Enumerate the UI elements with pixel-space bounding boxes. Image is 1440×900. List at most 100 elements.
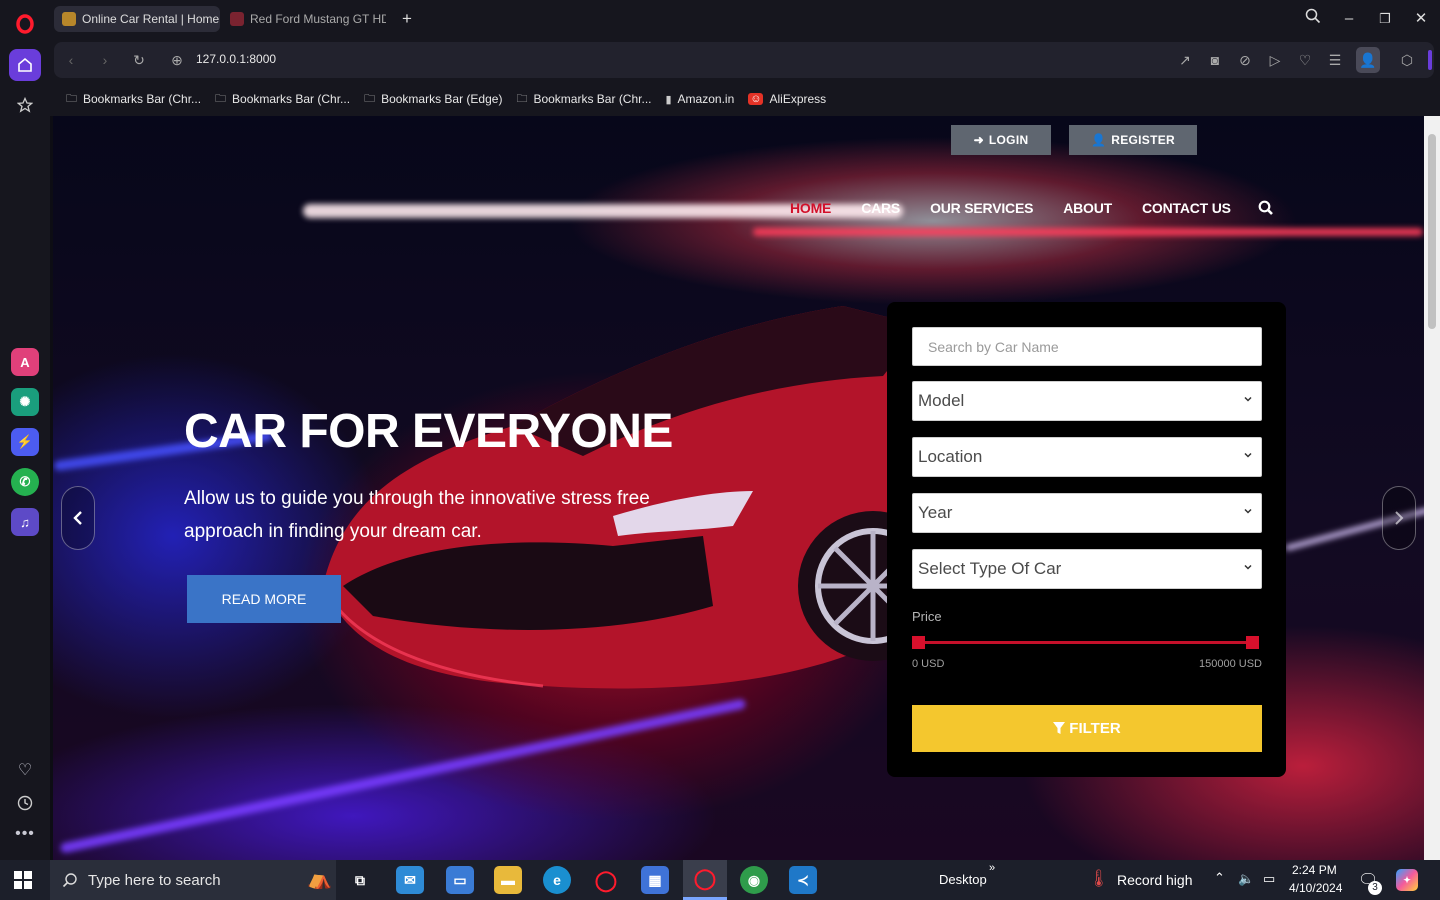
microsoft-store-icon[interactable]: ▦	[641, 866, 669, 894]
extensions-icon[interactable]: ⬡	[1398, 51, 1416, 69]
bookmark-folder-1[interactable]: 🗀 Bookmarks Bar (Chr...	[66, 90, 201, 109]
main-nav: HOME CARS OUR SERVICES ABOUT CONTACT US	[790, 200, 1231, 216]
opera-gx-icon[interactable]: ◯	[592, 866, 620, 894]
url-bar[interactable]: ‹ › ↻ ⊕ 127.0.0.1:8000 ↗ ◙ ⊘ ▷ ♡ ☰ 👤 ⬡	[54, 42, 1434, 78]
model-select[interactable]: Model	[912, 381, 1262, 421]
tab-strip: Online Car Rental | Home Red Ford Mustan…	[50, 0, 1440, 38]
location-select-value: Location	[918, 447, 983, 466]
opera-logo-icon[interactable]	[9, 8, 41, 40]
snapshot-icon[interactable]: ◙	[1206, 51, 1224, 69]
price-slider-track[interactable]	[918, 641, 1252, 644]
home-icon[interactable]	[9, 49, 41, 81]
notification-count-badge: 3	[1368, 881, 1382, 895]
bookmark-aliexpress[interactable]: ☺ AliExpress	[748, 92, 826, 106]
more-icon[interactable]: •••	[9, 818, 41, 850]
toolbar-expand-icon[interactable]: »	[989, 862, 995, 874]
chrome-icon[interactable]: ◉	[740, 866, 768, 894]
weather-text[interactable]: Record high	[1117, 872, 1193, 888]
light-streak	[59, 698, 747, 854]
filter-button[interactable]: FILTER	[912, 705, 1262, 752]
vscode-icon[interactable]: ≺	[789, 866, 817, 894]
messenger-icon[interactable]: ⚡	[11, 428, 39, 456]
search-icon[interactable]	[1258, 200, 1276, 218]
bookmark-label: Amazon.in	[677, 92, 735, 106]
taskbar-search-box[interactable]: Type here to search ⛺	[50, 860, 336, 900]
nav-contact-us[interactable]: CONTACT US	[1142, 200, 1231, 216]
copilot-icon[interactable]: ✦	[1396, 869, 1418, 891]
register-button[interactable]: 👤 REGISTER	[1069, 125, 1197, 155]
back-icon[interactable]: ‹	[62, 51, 80, 69]
heart-icon[interactable]: ♡	[9, 754, 41, 786]
forward-icon[interactable]: ›	[96, 51, 114, 69]
camping-illustration-icon: ⛺	[307, 868, 332, 890]
bookmark-folder-3[interactable]: 🗀 Bookmarks Bar (Edge)	[364, 90, 502, 109]
adblock-icon[interactable]: ⊘	[1236, 51, 1254, 69]
page-scrollbar[interactable]	[1424, 116, 1440, 860]
minimize-icon[interactable]: –	[1338, 8, 1360, 30]
tab-online-car-rental[interactable]: Online Car Rental | Home	[54, 6, 220, 32]
profile-icon[interactable]: 👤	[1356, 47, 1380, 73]
car-name-search-input[interactable]: Search by Car Name	[912, 327, 1262, 366]
carousel-next-button[interactable]	[1382, 486, 1416, 550]
history-icon[interactable]	[9, 787, 41, 819]
desktop-toolbar-label[interactable]: Desktop	[939, 872, 987, 887]
nav-about[interactable]: ABOUT	[1063, 200, 1112, 216]
network-icon[interactable]: ▭	[1263, 871, 1275, 887]
task-view-icon[interactable]: ⧉	[346, 866, 374, 894]
favorites-icon[interactable]: ♡	[1296, 51, 1314, 69]
edge-icon[interactable]: e	[543, 866, 571, 894]
price-slider-max-handle[interactable]	[1246, 636, 1259, 649]
tab-red-ford-mustang[interactable]: Red Ford Mustang GT HD	[222, 6, 386, 32]
scrollbar-thumb[interactable]	[1428, 134, 1436, 329]
tab-title: Online Car Rental | Home	[82, 12, 220, 26]
volume-icon[interactable]: 🔈	[1238, 871, 1254, 887]
close-icon[interactable]: ✕	[1410, 8, 1432, 30]
chatgpt-icon[interactable]: ✺	[11, 388, 39, 416]
clock-date[interactable]: 4/10/2024	[1289, 881, 1342, 895]
nav-home[interactable]: HOME	[790, 200, 831, 216]
tray-expand-icon[interactable]: ⌃	[1214, 870, 1225, 886]
login-label: LOGIN	[988, 133, 1029, 147]
reload-icon[interactable]: ↻	[130, 51, 148, 69]
site-favicon-icon	[62, 12, 76, 26]
bookmark-folder-2[interactable]: 🗀 Bookmarks Bar (Chr...	[215, 90, 350, 109]
nav-cars[interactable]: CARS	[861, 200, 900, 216]
tab-search-icon[interactable]	[1302, 8, 1324, 30]
windows-start-icon[interactable]	[14, 871, 32, 894]
opera-taskbar-icon[interactable]: ◯	[683, 860, 727, 900]
year-select[interactable]: Year	[912, 493, 1262, 533]
bookmark-label: Bookmarks Bar (Chr...	[232, 92, 351, 106]
thermometer-icon: 🌡	[1088, 869, 1110, 888]
price-slider-min-handle[interactable]	[912, 636, 925, 649]
bookmark-label: AliExpress	[769, 92, 827, 106]
file-explorer-icon[interactable]: ▬	[494, 866, 522, 894]
aria-icon[interactable]: A	[11, 348, 39, 376]
filter-label: FILTER	[1069, 720, 1121, 737]
sidebar-toggle[interactable]	[1428, 50, 1432, 70]
share-icon[interactable]: ↗	[1176, 51, 1194, 69]
whatsapp-icon[interactable]: ✆	[11, 468, 39, 496]
car-type-select[interactable]: Select Type Of Car	[912, 549, 1262, 589]
player-icon[interactable]: ▷	[1266, 51, 1284, 69]
bookmark-folder-4[interactable]: 🗀 Bookmarks Bar (Chr...	[516, 90, 651, 109]
hero-title: CAR FOR EVERYONE	[184, 405, 673, 458]
folder-icon: 🗀	[516, 92, 528, 105]
login-button[interactable]: ➜ LOGIN	[951, 125, 1051, 155]
bookmarks-bar: 🗀 Bookmarks Bar (Chr... 🗀 Bookmarks Bar (C…	[50, 82, 1440, 116]
star-icon[interactable]	[9, 89, 41, 121]
new-tab-icon[interactable]: +	[396, 8, 418, 30]
read-more-button[interactable]: READ MORE	[187, 575, 341, 623]
music-player-icon[interactable]: ♫	[11, 508, 39, 536]
bookmark-amazon[interactable]: ▮ Amazon.in	[665, 92, 734, 106]
carousel-prev-button[interactable]	[61, 486, 95, 550]
nav-our-services[interactable]: OUR SERVICES	[930, 200, 1033, 216]
globe-icon: ⊕	[171, 52, 183, 68]
url-text[interactable]: 127.0.0.1:8000	[196, 52, 276, 66]
easy-setup-icon[interactable]: ☰	[1326, 51, 1344, 69]
location-select[interactable]: Location	[912, 437, 1262, 477]
bookmark-label: Bookmarks Bar (Edge)	[381, 92, 503, 106]
restore-icon[interactable]: ❐	[1374, 8, 1396, 30]
laptop-app-icon[interactable]: ▭	[446, 866, 474, 894]
clock-time[interactable]: 2:24 PM	[1292, 863, 1337, 877]
mail-icon[interactable]: ✉	[396, 866, 424, 894]
